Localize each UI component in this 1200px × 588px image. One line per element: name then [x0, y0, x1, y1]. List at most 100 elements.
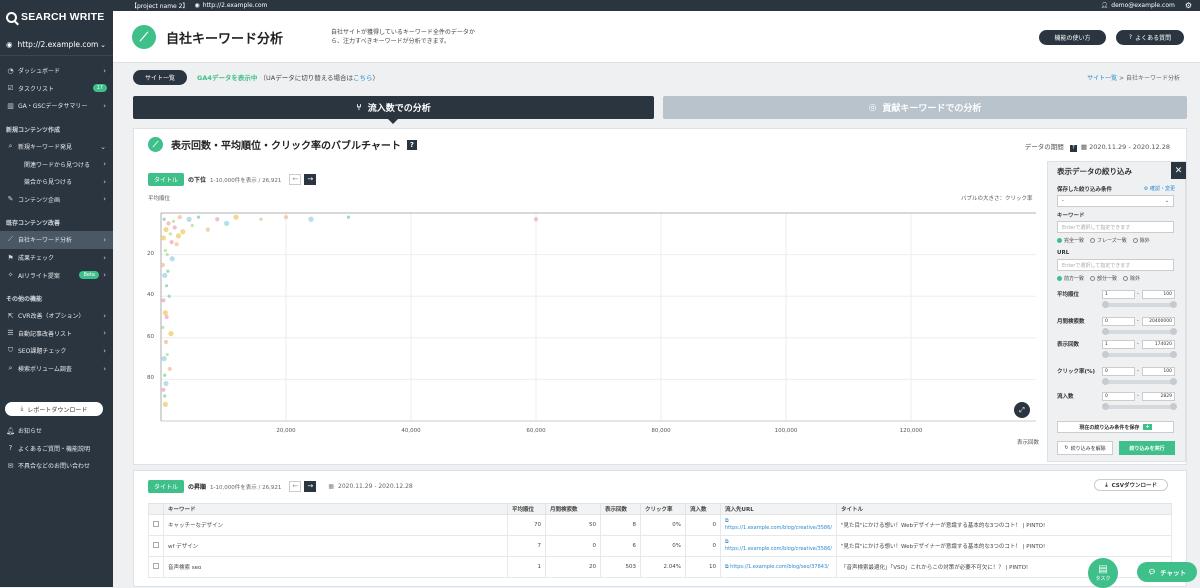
close-icon[interactable]: ✕: [1171, 162, 1186, 179]
range-min-input[interactable]: 0: [1102, 392, 1135, 401]
prev-page-button[interactable]: ←: [289, 481, 302, 492]
project-url[interactable]: http://2.example.com: [203, 2, 268, 9]
how-to-button[interactable]: 機能の使い方: [1039, 30, 1106, 45]
project-name[interactable]: 【project name 2】: [131, 1, 188, 10]
range-max-input[interactable]: 174020: [1142, 340, 1175, 349]
kw-exact-radio[interactable]: 完全一致: [1057, 237, 1084, 244]
site-selector[interactable]: ◉ http://2.example.com ⌄: [0, 34, 113, 56]
url-exclude-radio[interactable]: 除外: [1123, 275, 1140, 282]
sidebar-faq[interactable]: ? よくあるご質問・機能説明: [0, 440, 113, 458]
breadcrumb-site-list[interactable]: サイト一覧: [1087, 75, 1117, 82]
col-url[interactable]: 流入先URL: [720, 503, 837, 515]
gear-icon[interactable]: ⚙: [1185, 1, 1192, 10]
url-input[interactable]: Enterで選択して指定できます: [1057, 259, 1174, 271]
col-title[interactable]: タイトル: [835, 503, 1172, 515]
sidebar-item-tasklist[interactable]: ☑ タスクリスト 17: [0, 80, 113, 98]
sidebar-item-related-words[interactable]: 関連ワードから見つける ›: [0, 155, 113, 173]
table-row[interactable]: wf デザイン 7 0 6 0% 0 ⧉ https://1.example.c…: [148, 535, 1172, 557]
cell-url[interactable]: ⧉ https://1.example.com/blog/seo/37843/: [720, 556, 837, 578]
chart-zoom-icon[interactable]: ⤢: [1014, 402, 1030, 418]
page-title: 自社キーワード分析: [166, 32, 284, 47]
sidebar-item-ai-rewrite[interactable]: ✧ AIリライト提案 Beta ›: [0, 266, 113, 284]
chat-button[interactable]: 💬︎ チャット: [1137, 562, 1197, 582]
sidebar-item-auto-improve[interactable]: ☰ 自動記事改善リスト ›: [0, 325, 113, 343]
faq-button[interactable]: ? よくある質問: [1116, 30, 1184, 45]
chevron-down-icon: ⌄: [100, 40, 106, 49]
kw-exclude-radio[interactable]: 除外: [1132, 237, 1150, 244]
url-partial-radio[interactable]: 部分一致: [1090, 275, 1117, 282]
range-slider[interactable]: [1102, 351, 1177, 358]
sidebar-item-content-plan[interactable]: ✎ コンテンツ企画 ›: [0, 191, 113, 209]
sidebar-item-seo-check[interactable]: ⛉ SEO課題チェック ›: [0, 342, 113, 360]
sidebar-item-own-keyword[interactable]: ⟋ 自社キーワード分析 ›: [0, 231, 113, 249]
sidebar-item-result-check[interactable]: ⚑ 成果チェック ›: [0, 249, 113, 267]
table-row[interactable]: キャッチーなデザイン 70 50 8 0% 0 ⧉ https://1.exam…: [148, 514, 1172, 536]
sidebar-item-volume[interactable]: ⌕ 検索ボリューム調査 ›: [0, 360, 113, 378]
user-email[interactable]: demo@example.com: [1111, 2, 1175, 9]
saved-filter-link[interactable]: ⚙ 確認・変更: [1144, 185, 1175, 192]
range-max-input[interactable]: 100: [1142, 290, 1175, 299]
logo[interactable]: SEARCH WRITE: [0, 0, 113, 34]
range-slider[interactable]: [1102, 301, 1177, 308]
row-checkbox[interactable]: [153, 521, 159, 527]
sidebar-item-new-keyword[interactable]: ⌕ 新規キーワード発見 ⌄: [0, 138, 113, 156]
tab-contribution-analysis[interactable]: ◎ 貢献キーワードでの分析: [663, 96, 1187, 119]
next-page-button[interactable]: →: [304, 174, 317, 185]
range-min-input[interactable]: 0: [1102, 317, 1135, 326]
sort-field-tag[interactable]: タイトル: [148, 480, 185, 493]
next-page-button[interactable]: →: [304, 481, 317, 492]
help-icon[interactable]: ?: [406, 139, 417, 150]
help-icon[interactable]: ?: [1069, 145, 1077, 152]
range-max-input[interactable]: 20400000: [1142, 317, 1175, 326]
row-checkbox[interactable]: [153, 542, 159, 548]
prev-page-button[interactable]: ←: [289, 174, 302, 185]
range-min-input[interactable]: 1: [1102, 340, 1135, 349]
url-prefix-radio[interactable]: 前方一致: [1057, 275, 1084, 282]
report-download-button[interactable]: ⤓ レポートダウンロード: [5, 402, 103, 416]
task-fab-button[interactable]: ▤ タスク: [1088, 558, 1118, 588]
chevron-right-icon: ›: [103, 66, 106, 75]
cell-title: 「音声検索最適化」「VSO」これからこの対策が必要不可欠に！？ | PINTO!: [835, 556, 1172, 578]
col-keyword[interactable]: キーワード: [163, 503, 508, 515]
bubble-point: [205, 227, 210, 232]
sidebar-news[interactable]: 🔔︎ お知らせ: [0, 422, 113, 440]
cell-url[interactable]: ⧉ https://1.example.com/blog/creative/35…: [720, 514, 837, 536]
bubble-point: [163, 339, 169, 345]
sidebar-item-ga-gsc[interactable]: ▥ GA・GSCデータサマリー ›: [0, 97, 113, 115]
clear-filter-button[interactable]: ↻ 絞り込みを解除: [1057, 441, 1113, 455]
cell-url-text: https://1.example.com/blog/creative/3586…: [725, 525, 832, 531]
url-prefix-label: 前方一致: [1064, 276, 1085, 282]
row-checkbox[interactable]: [153, 563, 159, 569]
range-max-input[interactable]: 2829: [1142, 392, 1175, 401]
range-slider[interactable]: [1102, 403, 1177, 410]
range-slider[interactable]: [1102, 328, 1177, 335]
saved-filter-select[interactable]: - ⌄: [1057, 195, 1174, 207]
table-row[interactable]: 音声検索 seo 1 20 503 2.04% 10 ⧉ https://1.e…: [148, 556, 1172, 578]
sidebar-contact[interactable]: ✉ 不具合などのお問い合わせ: [0, 457, 113, 475]
keyword-input[interactable]: Enterで選択して指定できます: [1057, 221, 1174, 233]
csv-download-button[interactable]: ⤓ CSVダウンロード: [1094, 479, 1168, 491]
range-max-input[interactable]: 100: [1142, 367, 1175, 376]
cell-inflow: 0: [685, 535, 721, 557]
col-ctr[interactable]: クリック率: [640, 503, 686, 515]
tab-inflow-analysis[interactable]: ⑂ 流入数での分析: [133, 96, 654, 124]
col-inflow[interactable]: 流入数: [685, 503, 721, 515]
kw-phrase-radio[interactable]: フレーズ一致: [1090, 237, 1127, 244]
apply-filter-button[interactable]: 絞り込みを実行: [1119, 441, 1175, 455]
ua-switch-link[interactable]: こちら: [353, 74, 373, 82]
range-min-input[interactable]: 1: [1102, 290, 1135, 299]
col-impressions[interactable]: 表示回数: [600, 503, 641, 515]
sidebar-item-competitors[interactable]: 競合から見つける ›: [0, 173, 113, 191]
col-volume[interactable]: 月間検索数: [545, 503, 601, 515]
range-slider[interactable]: [1102, 378, 1177, 385]
save-filter-button[interactable]: 現在の絞り込み条件を保存 +: [1057, 421, 1174, 433]
range-min-input[interactable]: 0: [1102, 367, 1135, 376]
col-rank[interactable]: 平均順位: [507, 503, 546, 515]
sort-field-tag[interactable]: タイトル: [148, 173, 185, 186]
sidebar-item-cvr[interactable]: ⇱ CVR改善（オプション） ›: [0, 307, 113, 325]
site-list-button[interactable]: サイト一覧: [133, 69, 188, 85]
sidebar-item-dashboard[interactable]: ◔ ダッシュボード ›: [0, 62, 113, 80]
bubble-point: [172, 225, 177, 230]
bubble-point: [166, 221, 171, 226]
cell-url[interactable]: ⧉ https://1.example.com/blog/creative/35…: [720, 535, 837, 557]
